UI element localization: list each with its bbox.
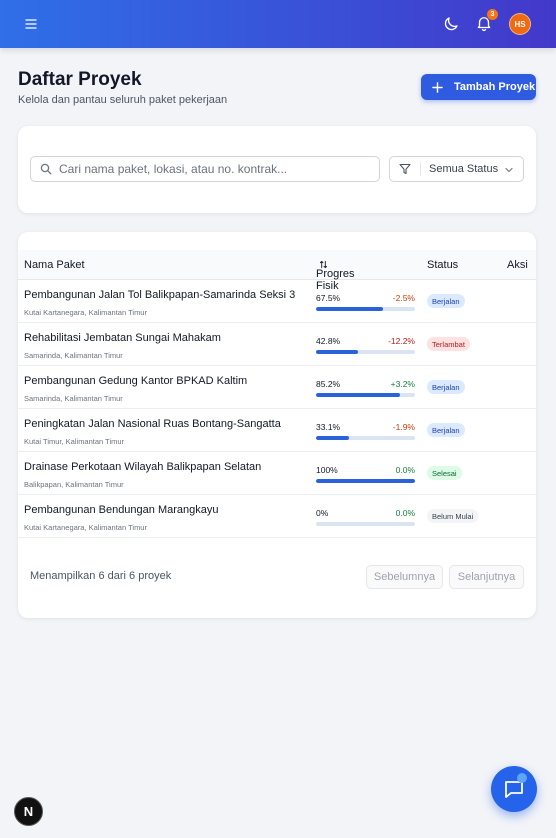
project-location: Kutai Kartanegara, Kalimantan Timur — [24, 308, 147, 317]
progress-bar-fill — [316, 393, 401, 397]
project-location: Samarinda, Kalimantan Timur — [24, 394, 123, 403]
progress-bar-fill — [316, 350, 359, 354]
project-location: Kutai Timur, Kalimantan Timur — [24, 437, 125, 446]
column-header-name: Nama Paket — [24, 259, 85, 271]
moon-icon[interactable] — [442, 15, 460, 33]
progress-bar-fill — [316, 307, 383, 311]
top-navbar: 3 HS — [0, 0, 556, 48]
search-box — [30, 156, 380, 182]
table-row[interactable]: Rehabilitasi Jembatan Sungai Mahakam Sama… — [18, 323, 536, 366]
project-name[interactable]: Pembangunan Jalan Tol Balikpapan-Samarin… — [24, 289, 295, 301]
project-name[interactable]: Pembangunan Gedung Kantor BPKAD Kaltim — [24, 375, 247, 387]
menu-icon[interactable] — [22, 15, 40, 33]
table-row[interactable]: Peningkatan Jalan Nasional Ruas Bontang-… — [18, 409, 536, 452]
pagination-info: Menampilkan 6 dari 6 proyek — [30, 570, 172, 582]
progress-deviation: 0.0% — [395, 465, 415, 475]
status-badge: Berjalan — [427, 380, 465, 394]
chat-button[interactable] — [491, 766, 537, 812]
search-icon — [40, 163, 52, 175]
plus-icon — [432, 81, 444, 93]
chevron-down-icon — [505, 166, 513, 174]
framework-badge-button[interactable]: N — [14, 797, 43, 826]
column-header-action: Aksi — [507, 259, 528, 271]
progress-deviation: 0.0% — [395, 508, 415, 518]
page-subtitle: Kelola dan pantau seluruh paket pekerjaa… — [18, 94, 228, 106]
table-row[interactable]: Drainase Perkotaan Wilayah Balikpapan Se… — [18, 452, 536, 495]
column-header-status: Status — [427, 259, 459, 271]
add-project-label: Tambah Proyek — [454, 81, 536, 93]
status-filter-value: Semua Status — [429, 163, 499, 175]
progress-deviation: -1.9% — [392, 422, 415, 432]
progress-bar — [316, 350, 415, 354]
progress-bar-fill — [316, 436, 349, 440]
notification-badge: 3 — [487, 9, 498, 20]
add-project-button[interactable]: Tambah Proyek — [421, 74, 536, 100]
next-page-button[interactable]: Selanjutnya — [449, 565, 524, 589]
progress-deviation: +3.2% — [390, 379, 415, 389]
table-row[interactable]: Pembangunan Gedung Kantor BPKAD Kaltim Sa… — [18, 366, 536, 409]
project-name[interactable]: Peningkatan Jalan Nasional Ruas Bontang-… — [24, 418, 281, 430]
project-name[interactable]: Rehabilitasi Jembatan Sungai Mahakam — [24, 332, 221, 344]
progress-bar-fill — [316, 479, 415, 483]
status-badge: Berjalan — [427, 294, 465, 308]
project-location: Balikpapan, Kalimantan Timur — [24, 480, 124, 489]
progress-bar — [316, 436, 415, 440]
table-row[interactable]: Pembangunan Jalan Tol Balikpapan-Samarin… — [18, 280, 536, 323]
progress-bar — [316, 522, 415, 526]
status-badge: Berjalan — [427, 423, 465, 437]
project-table: Nama Paket Progres Fisik Status Aksi Pem… — [18, 232, 536, 618]
progress-deviation: -12.2% — [388, 336, 415, 346]
page-title: Daftar Proyek — [18, 69, 142, 90]
progress-bar — [316, 479, 415, 483]
search-input[interactable] — [59, 162, 359, 176]
progress-bar — [316, 393, 415, 397]
column-header-progress[interactable]: Progres Fisik — [316, 259, 355, 292]
select-divider — [420, 162, 421, 176]
project-location: Samarinda, Kalimantan Timur — [24, 351, 123, 360]
status-badge: Selesai — [427, 466, 462, 480]
status-badge: Terlambat — [427, 337, 470, 351]
table-header: Nama Paket Progres Fisik Status Aksi — [18, 250, 536, 292]
project-name[interactable]: Pembangunan Bendungan Marangkayu — [24, 504, 218, 516]
project-location: Kutai Kartanegara, Kalimantan Timur — [24, 523, 147, 532]
table-row[interactable]: Pembangunan Bendungan Marangkayu Kutai Ka… — [18, 495, 536, 538]
filter-card: Semua Status — [18, 126, 536, 213]
progress-deviation: -2.5% — [392, 293, 415, 303]
progress-bar — [316, 307, 415, 311]
status-badge: Belum Mulai — [427, 509, 479, 523]
user-avatar[interactable]: HS — [509, 13, 531, 35]
filter-icon — [399, 163, 411, 175]
status-filter-select[interactable]: Semua Status — [389, 156, 524, 182]
chat-notification-dot — [517, 773, 527, 783]
project-name[interactable]: Drainase Perkotaan Wilayah Balikpapan Se… — [24, 461, 261, 473]
previous-page-button[interactable]: Sebelumnya — [366, 565, 443, 589]
